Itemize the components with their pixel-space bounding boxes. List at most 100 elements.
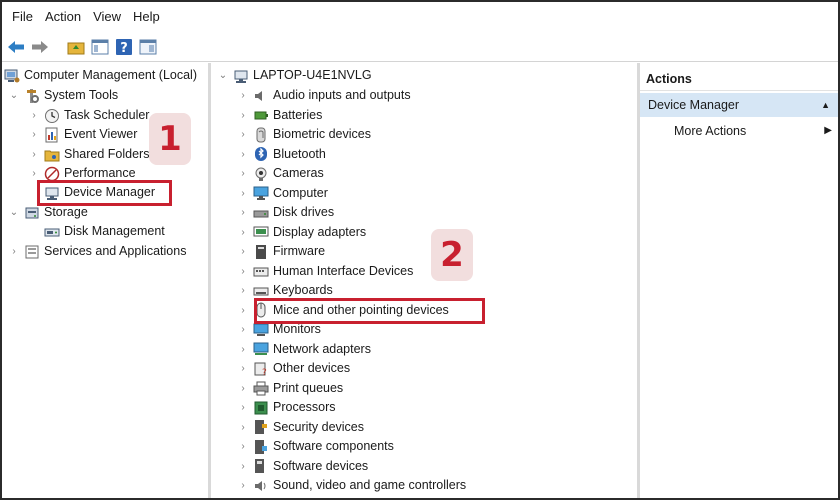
chevron-right-icon[interactable]: › (237, 226, 249, 238)
navigation-tree: Computer Management (Local) ⌄ System Too… (2, 63, 208, 498)
device-category-label: Computer (273, 185, 328, 200)
device-category-disk-drives[interactable]: › Disk drives (237, 203, 334, 223)
processor-icon (253, 400, 269, 416)
chevron-right-icon[interactable]: › (237, 265, 249, 277)
tree-item-label: System Tools (44, 88, 119, 103)
highlight-mice-devices (254, 298, 485, 324)
step-badge-1: 1 (149, 113, 191, 165)
tree-item-system-tools[interactable]: ⌄ System Tools (8, 86, 118, 106)
chevron-right-icon[interactable]: › (28, 110, 40, 122)
device-category-cameras[interactable]: › Cameras (237, 164, 324, 184)
chevron-right-icon[interactable]: › (237, 304, 249, 316)
device-category-label: Network adapters (273, 341, 371, 356)
battery-icon (253, 107, 269, 123)
chevron-right-icon[interactable]: › (237, 324, 249, 336)
menu-bar: File Action View Help (2, 2, 838, 32)
chevron-right-icon[interactable]: › (237, 207, 249, 219)
device-category-software-components[interactable]: › Software components (237, 437, 394, 457)
storage-icon (24, 205, 40, 221)
chevron-right-icon[interactable]: › (237, 168, 249, 180)
highlight-device-manager (37, 180, 172, 206)
device-category-label: Other devices (273, 361, 351, 376)
device-category-print-queues[interactable]: › Print queues (237, 379, 343, 399)
bluetooth-icon (253, 146, 269, 162)
tree-item-label: Task Scheduler (64, 108, 150, 123)
device-category-label: Display adapters (273, 224, 367, 239)
tree-item-shared-folders[interactable]: › Shared Folders (28, 145, 149, 165)
chevron-right-icon[interactable]: › (237, 480, 249, 492)
help-icon[interactable]: ? (114, 37, 134, 57)
chevron-right-icon[interactable]: › (237, 109, 249, 121)
tree-item-services-applications[interactable]: › Services and Applications (8, 242, 186, 262)
chevron-right-icon[interactable]: › (8, 246, 20, 258)
device-category-other-devices[interactable]: ›? Other devices (237, 359, 350, 379)
device-category-software-devices[interactable]: › Software devices (237, 457, 368, 477)
chevron-right-icon[interactable]: › (28, 168, 40, 180)
window: File Action View Help ? Computer Managem… (0, 0, 840, 500)
device-category-label: Bluetooth (273, 146, 326, 161)
device-category-display-adapters[interactable]: › Display adapters (237, 223, 366, 243)
submenu-arrow-icon: ▶ (824, 125, 832, 136)
device-category-firmware[interactable]: › Firmware (237, 242, 325, 262)
collapse-up-icon[interactable]: ▲ (821, 93, 830, 117)
menu-view[interactable]: View (87, 2, 127, 32)
chevron-right-icon[interactable]: › (237, 187, 249, 199)
tree-item-label: Services and Applications (44, 244, 187, 259)
device-category-label: Biometric devices (273, 127, 371, 142)
actions-device-manager[interactable]: Device Manager ▲ (640, 93, 838, 117)
device-category-sound-video-and-game-controllers[interactable]: › Sound, video and game controllers (237, 476, 466, 496)
menu-help[interactable]: Help (127, 2, 166, 32)
device-category-batteries[interactable]: › Batteries (237, 106, 322, 126)
properties-pane-icon[interactable] (138, 37, 158, 57)
device-tree: ⌄ LAPTOP-U4E1NVLG › Audio inputs and outp… (211, 63, 637, 498)
device-category-processors[interactable]: › Processors (237, 398, 336, 418)
device-category-biometric-devices[interactable]: › Biometric devices (237, 125, 371, 145)
chevron-right-icon[interactable]: › (237, 285, 249, 297)
forward-arrow-icon[interactable] (30, 37, 50, 57)
device-category-label: Cameras (273, 166, 324, 181)
chevron-right-icon[interactable]: › (237, 382, 249, 394)
back-arrow-icon[interactable] (6, 37, 26, 57)
up-folder-icon[interactable] (66, 37, 86, 57)
chevron-right-icon[interactable]: › (237, 246, 249, 258)
network-adapter-icon (253, 341, 269, 357)
chevron-right-icon[interactable]: › (237, 343, 249, 355)
disk-management-icon (44, 224, 60, 240)
chevron-right-icon[interactable]: › (237, 441, 249, 453)
speaker-icon (253, 88, 269, 104)
more-actions[interactable]: More Actions ▶ (640, 119, 838, 143)
toolbar: ? (2, 32, 838, 62)
printer-icon (253, 380, 269, 396)
svg-text:?: ? (262, 368, 267, 377)
camera-icon (253, 166, 269, 182)
disk-drive-icon (253, 205, 269, 221)
device-category-human-interface-devices[interactable]: › Human Interface Devices (237, 262, 413, 282)
chevron-right-icon[interactable]: › (237, 148, 249, 160)
chevron-right-icon[interactable]: › (237, 402, 249, 414)
menu-action[interactable]: Action (39, 2, 87, 32)
chevron-right-icon[interactable]: › (28, 129, 40, 141)
tree-item-label: Shared Folders (64, 147, 150, 162)
chevron-down-icon[interactable]: ⌄ (217, 70, 229, 82)
device-category-computer[interactable]: › Computer (237, 184, 328, 204)
sound-controller-icon (253, 478, 269, 494)
device-category-bluetooth[interactable]: › Bluetooth (237, 145, 326, 165)
chevron-down-icon[interactable]: ⌄ (8, 207, 20, 219)
chevron-right-icon[interactable]: › (28, 149, 40, 161)
chevron-down-icon[interactable]: ⌄ (8, 90, 20, 102)
chevron-right-icon[interactable]: › (237, 460, 249, 472)
chevron-right-icon[interactable]: › (237, 129, 249, 141)
chevron-right-icon[interactable]: › (237, 363, 249, 375)
tree-item-disk-management[interactable]: Disk Management (40, 222, 165, 242)
chevron-right-icon[interactable]: › (237, 421, 249, 433)
tree-item-computer-management[interactable]: Computer Management (Local) (4, 66, 197, 86)
device-category-audio-inputs-and-outputs[interactable]: › Audio inputs and outputs (237, 86, 410, 106)
menu-file[interactable]: File (6, 2, 39, 32)
device-category-network-adapters[interactable]: › Network adapters (237, 340, 371, 360)
show-hide-tree-icon[interactable] (90, 37, 110, 57)
chevron-right-icon[interactable]: › (237, 90, 249, 102)
device-category-security-devices[interactable]: › Security devices (237, 418, 364, 438)
tree-item-task-scheduler[interactable]: › Task Scheduler (28, 106, 149, 126)
device-tree-root[interactable]: ⌄ LAPTOP-U4E1NVLG (217, 66, 372, 86)
tree-item-event-viewer[interactable]: › Event Viewer (28, 125, 137, 145)
